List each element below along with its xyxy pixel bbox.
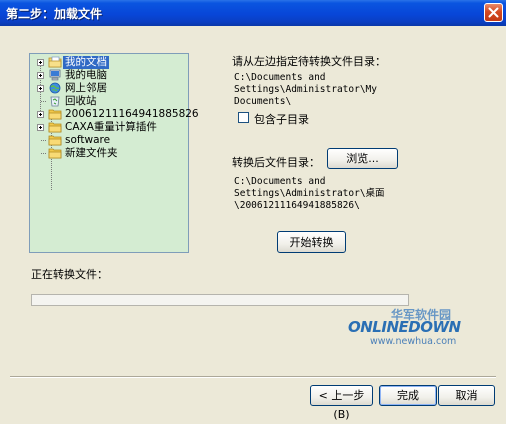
target-path: C:\Documents and Settings\Administrator\… <box>234 176 385 212</box>
source-path-line: C:\Documents and <box>234 72 326 83</box>
tree-item-folder-20061211[interactable]: 20061211164941885826 <box>30 108 199 121</box>
tree-item-folder-new[interactable]: 新建文件夹 <box>30 147 188 160</box>
expand-icon[interactable] <box>37 59 44 66</box>
include-subdirs-label: 包含子目录 <box>254 113 309 126</box>
my-computer-icon <box>49 69 61 81</box>
expand-icon[interactable] <box>37 111 44 118</box>
target-path-line: Settings\Administrator\桌面 <box>234 188 385 199</box>
folder-tree[interactable]: 我的文档 我的电脑 网上邻居 回收站 20061211164941885826 … <box>29 53 199 253</box>
tree-item-folder-caxa[interactable]: CAXA重量计算插件 <box>30 121 188 134</box>
folder-icon <box>48 109 62 120</box>
source-path-line: Documents\ <box>234 96 292 107</box>
source-prompt: 请从左边指定待转换文件目录： <box>232 55 386 68</box>
include-subdirs-checkbox[interactable] <box>238 112 249 123</box>
network-icon <box>49 82 61 94</box>
expand-icon[interactable] <box>37 72 44 79</box>
tree-item-label: 我的电脑 <box>65 69 107 81</box>
folder-icon <box>48 148 62 159</box>
my-documents-icon <box>48 56 62 68</box>
close-button[interactable] <box>484 3 503 22</box>
target-path-line: C:\Documents and <box>234 176 326 187</box>
tree-item-folder-software[interactable]: software <box>30 134 188 147</box>
watermark-url: www.newhua.com <box>370 336 457 347</box>
start-convert-button[interactable]: 开始转换 <box>277 231 346 253</box>
conversion-progress-bar <box>31 294 409 306</box>
cancel-button[interactable]: 取消 <box>438 385 495 406</box>
browse-button[interactable]: 浏览... <box>327 148 398 169</box>
converting-label: 正在转换文件： <box>31 268 108 281</box>
tree-item-label: CAXA重量计算插件 <box>65 121 157 133</box>
close-icon <box>488 7 499 18</box>
back-button[interactable]: < 上一步(B) <box>310 385 373 421</box>
title-bar[interactable]: 第二步：加载文件 <box>0 0 506 26</box>
source-path-line: Settings\Administrator\My <box>234 84 377 95</box>
footer-divider <box>10 376 496 378</box>
tree-item-recycle-bin[interactable]: 回收站 <box>30 95 188 108</box>
window-title: 第二步：加载文件 <box>6 7 103 21</box>
tree-item-label: software <box>65 134 111 146</box>
finish-button[interactable]: 完成 <box>379 385 437 406</box>
source-path: C:\Documents and Settings\Administrator\… <box>234 72 377 108</box>
tree-item-network[interactable]: 网上邻居 <box>30 82 188 95</box>
recycle-bin-icon <box>50 96 60 107</box>
tree-item-my-documents[interactable]: 我的文档 <box>30 56 188 69</box>
tree-item-label: 新建文件夹 <box>65 147 118 159</box>
watermark-logo: ONLINEDOWN <box>348 318 461 336</box>
tree-item-label: 20061211164941885826 <box>65 108 199 120</box>
folder-icon <box>48 122 62 133</box>
target-label: 转换后文件目录： <box>232 156 320 169</box>
folder-icon <box>48 135 62 146</box>
expand-icon[interactable] <box>37 124 44 131</box>
expand-icon[interactable] <box>37 85 44 92</box>
target-path-line: \20061211164941885826\ <box>234 200 360 211</box>
tree-item-my-computer[interactable]: 我的电脑 <box>30 69 188 82</box>
tree-item-label: 回收站 <box>65 95 97 107</box>
tree-item-label: 我的文档 <box>63 56 109 69</box>
tree-item-label: 网上邻居 <box>65 82 107 94</box>
